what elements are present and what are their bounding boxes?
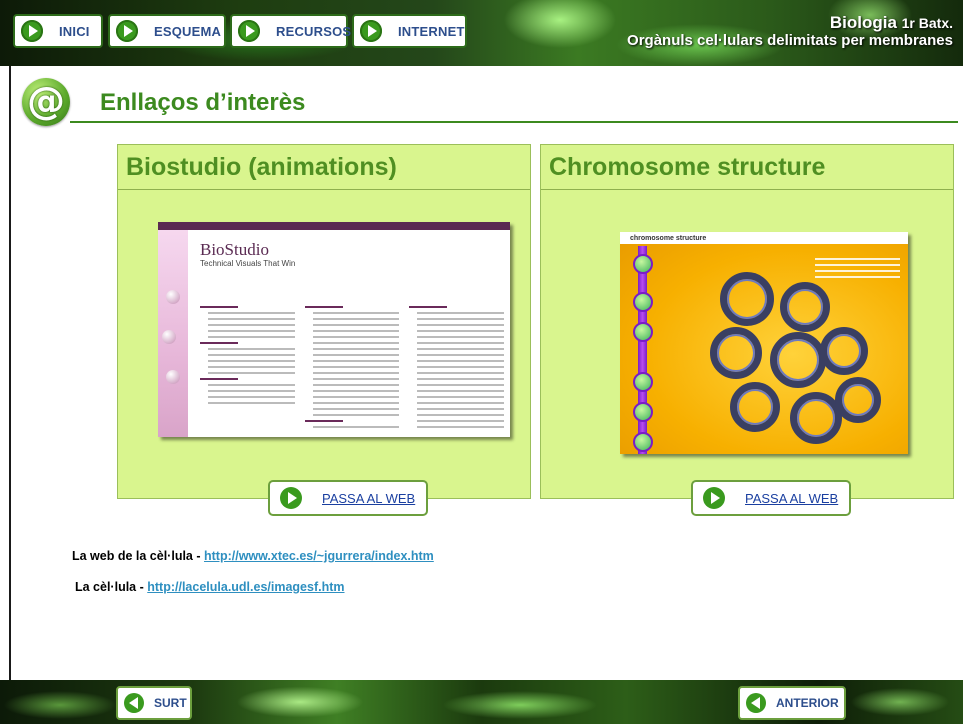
button-label: PASSA AL WEB [322,490,416,506]
nav-button-label: INTERNET [398,23,465,39]
chromosome-preview-heading: chromosome structure [630,234,707,242]
nav-button-recursos[interactable]: RECURSOS [230,14,352,48]
card-divider [118,189,530,190]
link-prefix: La cèl·lula - [75,580,148,594]
link-xtec[interactable]: http://www.xtec.es/~jgurrera/index.htm [204,549,434,563]
back-arrow-icon [124,693,144,713]
play-icon [703,487,725,509]
link-prefix: La web de la cèl·lula - [72,549,204,563]
link-row: La cèl·lula - http://lacelula.udl.es/ima… [75,580,345,594]
preview-side-art [158,230,188,437]
preview-sitemap [200,302,505,433]
course-name: Biologia [829,13,897,32]
play-icon [21,20,43,42]
card-divider [541,189,953,190]
play-icon [116,20,138,42]
link-card-biostudio: Biostudio (animations) BioStudio Technic… [117,144,531,516]
at-sign-glyph: @ [27,78,65,123]
nav-button-label: INICI [59,23,90,39]
exit-button[interactable]: SURT [116,686,192,720]
back-arrow-icon [746,693,766,713]
header-title: Biologia 1r Batx. Orgànuls cel·lulars de… [627,13,953,50]
card-title: Biostudio (animations) [126,153,397,181]
exit-label: SURT [154,696,187,710]
header-banner: INICI ESQUEMA RECURSOS INTERNET Biologia… [0,0,963,66]
left-border [9,66,11,680]
biostudio-tagline: Technical Visuals That Win [200,259,296,268]
nav-button-internet[interactable]: INTERNET [352,14,467,48]
nav-button-label: ESQUEMA [154,23,222,39]
nav-button-label: RECURSOS [276,23,352,39]
nav-button-inici[interactable]: INICI [13,14,103,48]
card-title: Chromosome structure [549,153,826,181]
dna-strand [638,246,647,454]
biostudio-screenshot[interactable]: BioStudio Technical Visuals That Win [158,222,510,437]
previous-label: ANTERIOR [776,696,839,710]
biostudio-logo: BioStudio [200,240,269,259]
unit-subtitle: Orgànuls cel·lulars delimitats per membr… [627,32,953,49]
play-icon [280,487,302,509]
link-lacelula[interactable]: http://lacelula.udl.es/imagesf.htm [147,580,344,594]
passa-al-web-button-biostudio[interactable]: PASSA AL WEB [268,480,428,516]
preview-titlebar: chromosome structure [620,232,908,244]
button-label: PASSA AL WEB [745,490,839,506]
chromosome-screenshot[interactable]: chromosome structure [620,232,908,454]
preview-caption [815,254,900,294]
previous-button[interactable]: ANTERIOR [738,686,846,720]
course-level: 1r Batx. [901,15,953,31]
at-sign-icon: @ [22,78,70,126]
link-card-chromosome: Chromosome structure chromosome structur… [540,144,954,516]
section-divider [70,121,958,123]
play-icon [360,20,382,42]
play-icon [238,20,260,42]
nav-button-esquema[interactable]: ESQUEMA [108,14,226,48]
section-title: Enllaços d’interès [100,89,306,116]
link-row: La web de la cèl·lula - http://www.xtec.… [72,549,434,563]
passa-al-web-button-chromosome[interactable]: PASSA AL WEB [691,480,851,516]
preview-topbar [158,222,510,230]
